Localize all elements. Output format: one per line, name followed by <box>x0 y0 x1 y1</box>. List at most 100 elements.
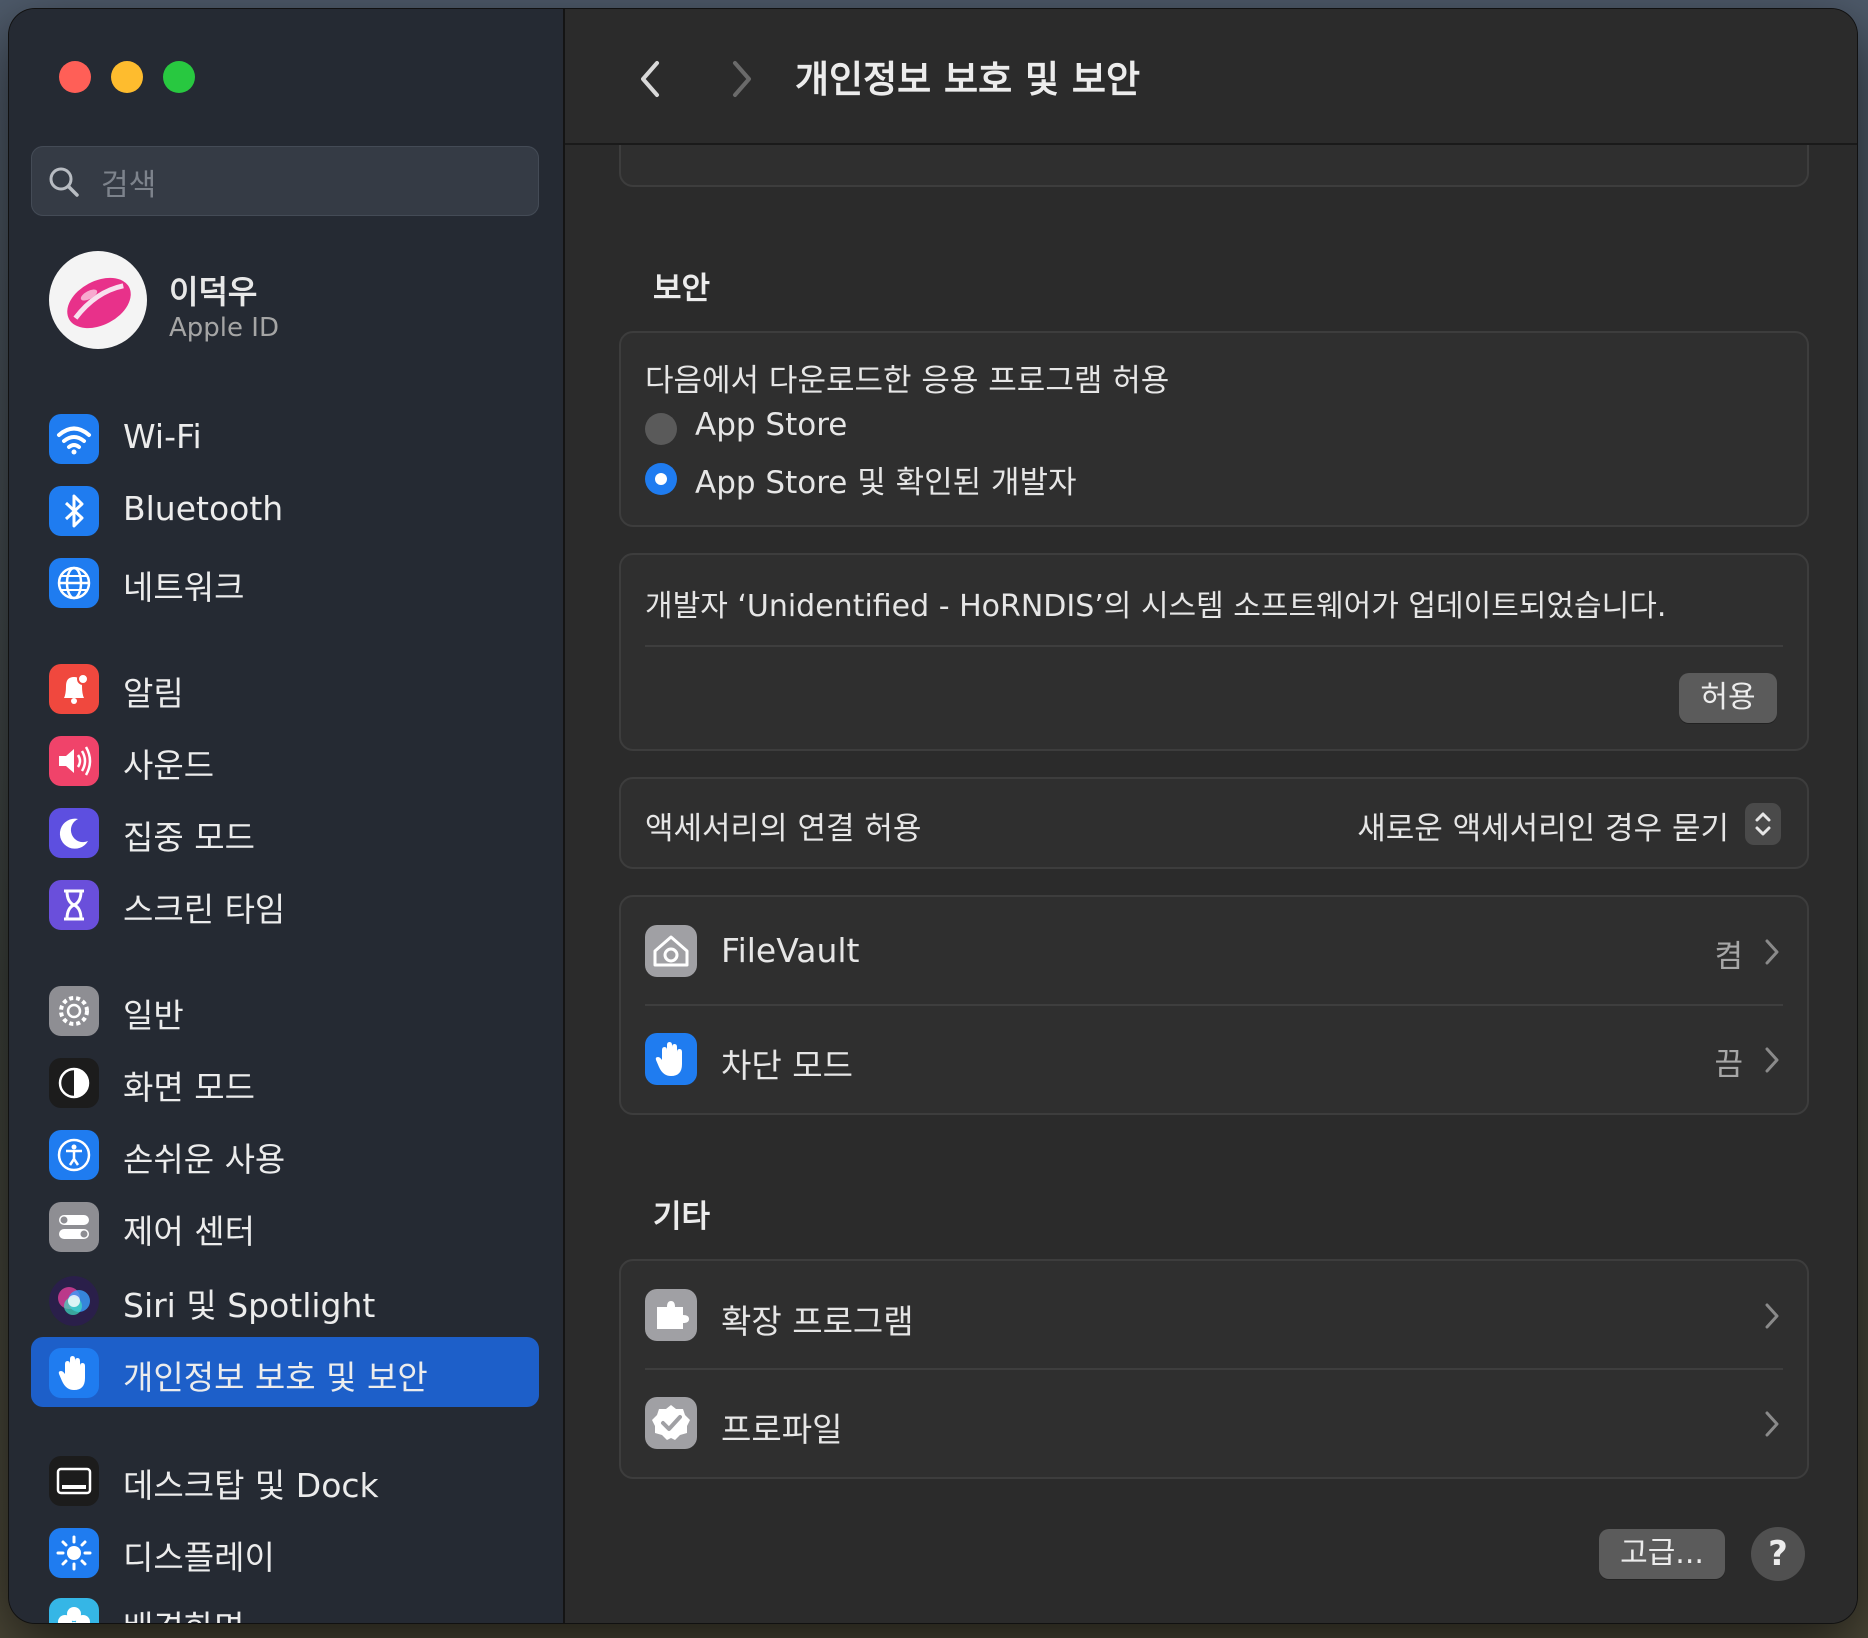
avatar <box>49 251 147 349</box>
row-label: 프로파일 <box>721 1410 843 1449</box>
sidebar: 검색 이덕우 Apple ID Wi-Fi Bluetooth 네트워크 알림 … <box>9 9 565 1623</box>
profile-name: 이덕우 <box>169 273 258 311</box>
hourglass-icon <box>49 880 99 930</box>
lockdown-mode-row[interactable]: 차단 모드 끔 <box>621 1005 1807 1113</box>
page-title: 개인정보 보호 및 보안 <box>795 58 1141 101</box>
row-value: 켬 <box>1714 939 1743 975</box>
back-chevron-icon[interactable] <box>625 49 675 109</box>
sidebar-item-label: 개인정보 보호 및 보안 <box>123 1358 428 1397</box>
section-title-other: 기타 <box>653 1199 711 1235</box>
sidebar-item-label: 배경화면 <box>123 1601 244 1623</box>
sidebar-item-siri-spotlight[interactable]: Siri 및 Spotlight <box>31 1265 539 1335</box>
sidebar-item-privacy-security[interactable]: 개인정보 보호 및 보안 <box>31 1337 539 1407</box>
wifi-icon <box>49 414 99 464</box>
sidebar-item-wifi[interactable]: Wi-Fi <box>31 403 539 473</box>
lips-icon <box>67 277 131 329</box>
sidebar-item-label: 네트워크 <box>123 568 245 607</box>
sidebar-item-label: 집중 모드 <box>123 818 255 857</box>
sidebar-item-label: 데스크탑 및 Dock <box>123 1466 379 1505</box>
accessory-label: 액세서리의 연결 허용 <box>645 811 922 847</box>
chevron-right-icon <box>1765 939 1779 965</box>
sidebar-item-bluetooth[interactable]: Bluetooth <box>31 475 539 545</box>
accessory-panel: 액세서리의 연결 허용 새로운 액세서리인 경우 묻기 <box>619 777 1809 869</box>
allow-button[interactable]: 허용 <box>1679 673 1777 723</box>
flower-icon <box>49 1598 99 1623</box>
appearance-icon <box>49 1058 99 1108</box>
sidebar-item-accessibility[interactable]: 손쉬운 사용 <box>31 1119 539 1189</box>
sidebar-item-label: 화면 모드 <box>123 1068 255 1107</box>
blocked-software-panel: 개발자 ‘Unidentified - HoRNDIS’의 시스템 소프트웨어가… <box>619 553 1809 751</box>
search-placeholder: 검색 <box>101 168 157 203</box>
accessory-popup-stepper[interactable] <box>1745 803 1781 845</box>
radio-app-store-identified[interactable] <box>645 463 677 495</box>
dock-icon <box>49 1456 99 1506</box>
allow-apps-panel: 다음에서 다운로드한 응용 프로그램 허용 App Store App Stor… <box>619 331 1809 527</box>
sidebar-item-label: 손쉬운 사용 <box>123 1140 286 1179</box>
minimize-button[interactable] <box>111 61 143 93</box>
sidebar-item-control-center[interactable]: 제어 센터 <box>31 1191 539 1261</box>
globe-icon <box>49 558 99 608</box>
chevron-right-icon <box>1765 1303 1779 1329</box>
sidebar-item-displays[interactable]: 디스플레이 <box>31 1517 539 1587</box>
forward-chevron-icon[interactable] <box>717 49 767 109</box>
sidebar-item-label: Wi-Fi <box>123 417 202 456</box>
sidebar-item-label: 사운드 <box>123 746 215 785</box>
row-label: 차단 모드 <box>721 1046 853 1085</box>
chevron-right-icon <box>1765 1411 1779 1437</box>
advanced-button[interactable]: 고급... <box>1599 1529 1725 1579</box>
sidebar-item-sound[interactable]: 사운드 <box>31 725 539 795</box>
siri-icon <box>49 1276 99 1326</box>
zoom-button[interactable] <box>163 61 195 93</box>
moon-icon <box>49 808 99 858</box>
allow-apps-label: 다음에서 다운로드한 응용 프로그램 허용 <box>645 363 1170 399</box>
puzzle-icon <box>645 1289 697 1341</box>
radio-label: App Store <box>695 407 848 443</box>
accessibility-icon <box>49 1130 99 1180</box>
row-label: FileVault <box>721 931 860 970</box>
row-value: 끔 <box>1714 1047 1743 1083</box>
profiles-row[interactable]: 프로파일 <box>621 1369 1807 1477</box>
row-label: 확장 프로그램 <box>721 1302 914 1341</box>
sidebar-item-label: Siri 및 Spotlight <box>123 1286 376 1325</box>
updown-chevron-icon <box>1755 812 1771 836</box>
checkmark-badge-icon <box>645 1397 697 1449</box>
sidebar-item-appearance[interactable]: 화면 모드 <box>31 1047 539 1117</box>
accessory-value[interactable]: 새로운 액세서리인 경우 묻기 <box>1357 803 1729 848</box>
section-title-security: 보안 <box>653 271 711 307</box>
sidebar-item-network[interactable]: 네트워크 <box>31 547 539 617</box>
bluetooth-icon <box>49 486 99 536</box>
other-panel: 확장 프로그램 프로파일 <box>619 1259 1809 1479</box>
radio-label: App Store 및 확인된 개발자 <box>695 465 1077 501</box>
search-field[interactable]: 검색 <box>31 146 539 216</box>
chevron-right-icon <box>1765 1047 1779 1073</box>
extensions-row[interactable]: 확장 프로그램 <box>621 1261 1807 1369</box>
profile-subtitle: Apple ID <box>169 313 279 343</box>
blocked-software-message: 개발자 ‘Unidentified - HoRNDIS’의 시스템 소프트웨어가… <box>645 589 1667 624</box>
filevault-icon <box>645 925 697 977</box>
hand-icon <box>645 1033 697 1085</box>
sun-icon <box>49 1528 99 1578</box>
sidebar-item-wallpaper[interactable]: 배경화면 <box>31 1587 539 1623</box>
search-icon <box>49 167 79 197</box>
main-content: 개인정보 보호 및 보안 보안 다음에서 다운로드한 응용 프로그램 허용 Ap… <box>565 9 1857 1623</box>
toolbar: 개인정보 보호 및 보안 <box>565 9 1857 145</box>
toggles-icon <box>49 1202 99 1252</box>
speaker-icon <box>49 736 99 786</box>
sidebar-item-label: 스크린 타임 <box>123 890 286 929</box>
bell-icon <box>49 664 99 714</box>
system-settings-window: 검색 이덕우 Apple ID Wi-Fi Bluetooth 네트워크 알림 … <box>9 9 1857 1623</box>
sidebar-item-screen-time[interactable]: 스크린 타임 <box>31 869 539 939</box>
radio-app-store[interactable] <box>645 413 677 445</box>
sidebar-item-label: 알림 <box>123 674 184 713</box>
sidebar-item-focus[interactable]: 집중 모드 <box>31 797 539 867</box>
filevault-row[interactable]: FileVault 켬 <box>621 897 1807 1005</box>
close-button[interactable] <box>59 61 91 93</box>
gear-icon <box>49 986 99 1036</box>
filevault-lockdown-panel: FileVault 켬 차단 모드 끔 <box>619 895 1809 1115</box>
sidebar-item-notifications[interactable]: 알림 <box>31 653 539 723</box>
sidebar-item-general[interactable]: 일반 <box>31 975 539 1045</box>
sidebar-item-label: 일반 <box>123 996 184 1035</box>
sidebar-item-desktop-dock[interactable]: 데스크탑 및 Dock <box>31 1445 539 1515</box>
divider <box>645 645 1783 647</box>
help-button[interactable]: ? <box>1751 1527 1805 1581</box>
